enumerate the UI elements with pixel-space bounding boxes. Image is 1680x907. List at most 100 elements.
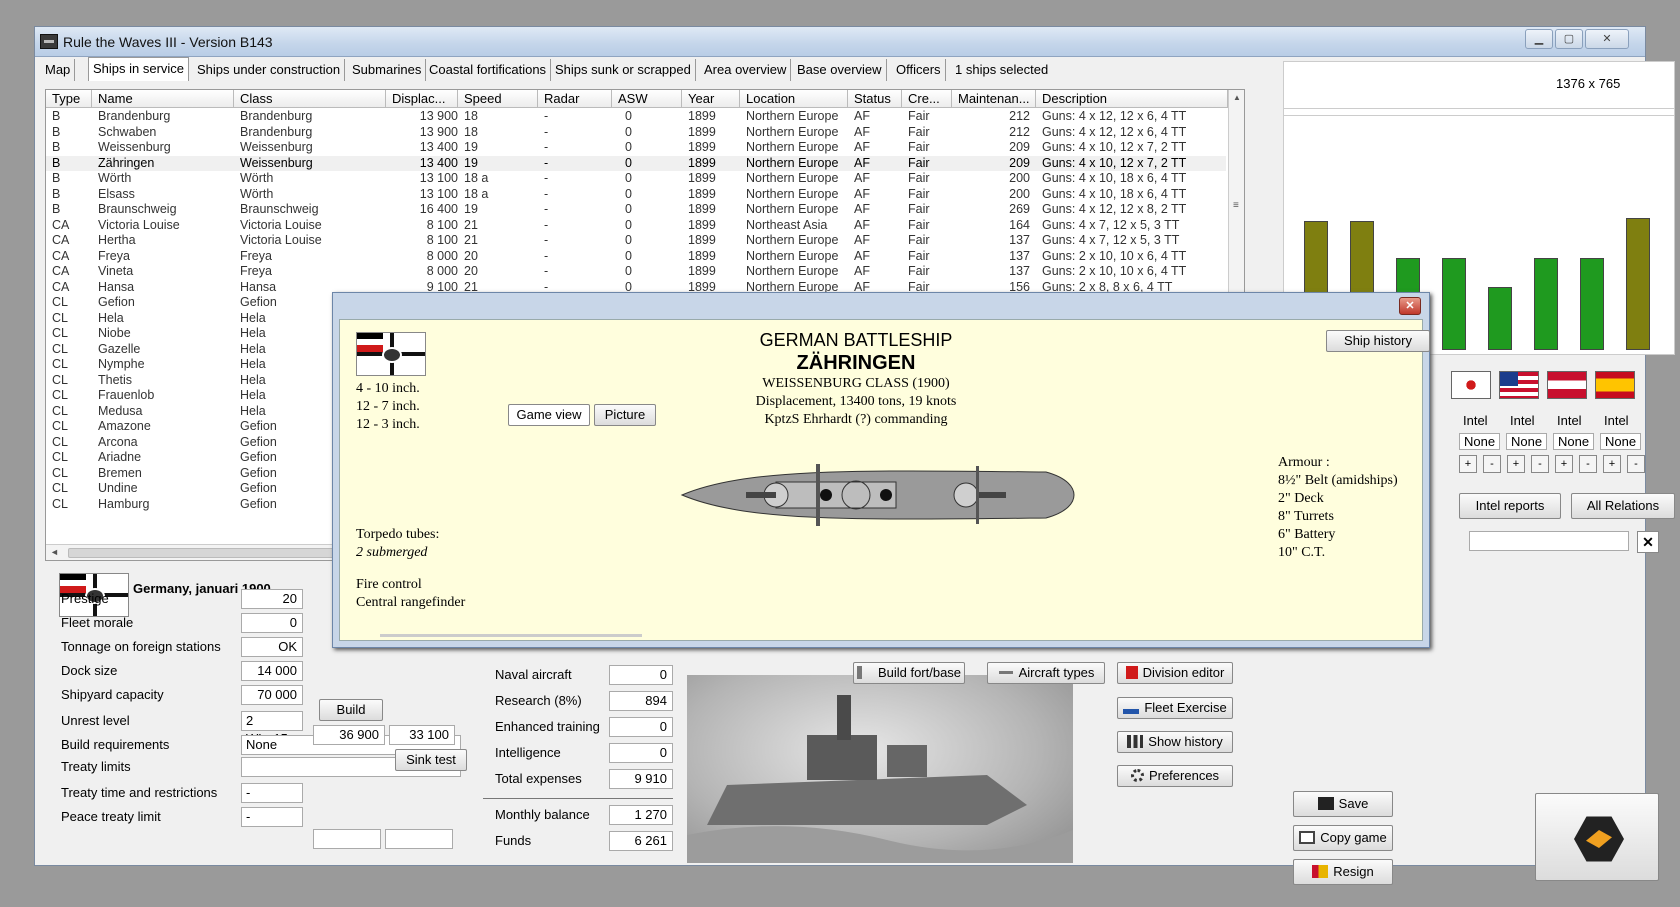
decrease-relation-button[interactable]: - <box>1531 455 1549 473</box>
research-label: Research (8%) <box>495 693 582 708</box>
tab-ships-in-service[interactable]: Ships in service <box>88 57 190 81</box>
table-cell: - <box>544 171 549 185</box>
increase-relation-button[interactable]: + <box>1459 455 1477 473</box>
plane-icon <box>997 666 1014 679</box>
table-cell: Niobe <box>98 326 131 340</box>
tab-officers[interactable]: Officers <box>892 59 946 81</box>
fleet-exercise-button[interactable]: Fleet Exercise <box>1117 697 1233 719</box>
col-class[interactable]: Class <box>234 90 386 108</box>
armour-line: 10" C.T. <box>1278 545 1326 560</box>
table-row[interactable]: B Wörth Wörth 13 100 18 a - 0 1899 Northern Euro… <box>46 171 1226 187</box>
table-row[interactable]: CA Vineta Freya 8 000 20 - 0 1899 Northern Europ… <box>46 264 1226 280</box>
table-row[interactable]: CA Hertha Victoria Louise 8 100 21 - 0 1899 Nort… <box>46 233 1226 249</box>
resign-button[interactable]: Resign <box>1293 859 1393 885</box>
fire-control-section: Fire control Central rangefinder <box>356 576 465 612</box>
gun-line: 12 - 3 inch. <box>356 417 420 432</box>
tab-map[interactable]: Map <box>41 59 76 81</box>
armour-title: Armour : <box>1278 455 1330 470</box>
col-type[interactable]: Type <box>46 90 92 108</box>
tab-ships-sunk-or-scrapped[interactable]: Ships sunk or scrapped <box>551 59 696 81</box>
table-cell: Hansa <box>240 279 277 294</box>
table-cell: Gefion <box>240 450 277 464</box>
sink-test-button[interactable]: Sink test <box>395 749 467 771</box>
show-history-button[interactable]: Show history <box>1117 731 1233 753</box>
close-icon[interactable]: ✕ <box>1585 29 1629 49</box>
intel-value[interactable]: None <box>1600 433 1642 450</box>
window-title: Rule the Waves III - Version B143 <box>63 34 273 50</box>
clear-filter-icon[interactable]: ✕ <box>1637 531 1659 553</box>
table-row[interactable]: B Brandenburg Brandenburg 13 900 18 - 0 1899 Nor… <box>46 109 1226 125</box>
dialog-close-icon[interactable]: ✕ <box>1399 297 1421 315</box>
intel-reports-button[interactable]: Intel reports <box>1459 493 1561 519</box>
all-relations-button[interactable]: All Relations <box>1571 493 1675 519</box>
tab-ships-under-construction[interactable]: Ships under construction <box>193 59 346 81</box>
table-cell: - <box>544 109 549 123</box>
intel-value[interactable]: None <box>1506 433 1548 450</box>
increase-relation-button[interactable]: + <box>1555 455 1573 473</box>
ship-info-dialog: ✕ 4 - 10 inch. 12 - 7 inch. 12 - 3 inch.… <box>332 292 1430 648</box>
build-fort-base-button[interactable]: Build fort/base <box>853 662 965 684</box>
table-cell: Northern Europe <box>746 264 839 278</box>
relation-bar <box>1626 218 1650 350</box>
col-year[interactable]: Year <box>682 90 740 108</box>
col-description[interactable]: Description <box>1036 90 1228 108</box>
copy-game-button[interactable]: Copy game <box>1293 825 1393 851</box>
fire-control-title: Fire control <box>356 577 422 592</box>
table-cell: Medusa <box>98 403 143 418</box>
scroll-thumb[interactable] <box>68 548 368 558</box>
decrease-relation-button[interactable]: - <box>1579 455 1597 473</box>
intel-value[interactable]: None <box>1459 433 1501 450</box>
end-turn-icon <box>1574 816 1624 862</box>
col-asw[interactable]: ASW <box>612 90 682 108</box>
tab-base-overview[interactable]: Base overview <box>793 59 887 81</box>
col-name[interactable]: Name <box>92 90 234 108</box>
tab-coastal-fortifications[interactable]: Coastal fortifications <box>425 59 552 81</box>
col-displacement[interactable]: Displac... <box>386 90 458 108</box>
game-view-tab[interactable]: Game view <box>508 404 590 426</box>
table-row[interactable]: B Braunschweig Braunschweig 16 400 19 - 0 1899 N… <box>46 202 1226 218</box>
table-cell: CL <box>52 450 68 464</box>
table-row[interactable]: B Elsass Wörth 13 100 18 a - 0 1899 Northern Eur… <box>46 187 1226 203</box>
maximize-icon[interactable]: ▢ <box>1555 29 1583 49</box>
table-row[interactable]: B Schwaben Brandenburg 13 900 18 - 0 1899 Northe… <box>46 125 1226 141</box>
increase-relation-button[interactable]: + <box>1603 455 1621 473</box>
tab-submarines[interactable]: Submarines <box>348 59 427 81</box>
table-row[interactable]: CA Freya Freya 8 000 20 - 0 1899 Northern Europe… <box>46 249 1226 265</box>
table-cell: CL <box>52 372 68 387</box>
decrease-relation-button[interactable]: - <box>1483 455 1501 473</box>
relations-filter-input[interactable] <box>1469 531 1629 551</box>
enhanced-training-value: 0 <box>609 717 673 737</box>
aircraft-types-button[interactable]: Aircraft types <box>987 662 1105 684</box>
next-turn-button[interactable] <box>1535 793 1659 881</box>
scroll-up-icon[interactable]: ▲ <box>1233 93 1241 102</box>
ship-commander-line: KptzS Ehrhardt (?) commanding <box>764 412 948 427</box>
save-button[interactable]: Save <box>1293 791 1393 817</box>
col-status[interactable]: Status <box>848 90 902 108</box>
col-speed[interactable]: Speed <box>458 90 538 108</box>
col-location[interactable]: Location <box>740 90 848 108</box>
table-row[interactable]: CA Victoria Louise Victoria Louise 8 100 21 -… <box>46 218 1226 234</box>
table-row[interactable]: B Weissenburg Weissenburg 13 400 19 - 0 1899 Nor… <box>46 140 1226 156</box>
table-cell: CL <box>52 496 68 511</box>
table-row[interactable]: B Zähringen Weissenburg 13 400 19 - 0 1899 North… <box>46 155 1226 171</box>
tab-area-overview[interactable]: Area overview <box>700 59 792 81</box>
col-radar[interactable]: Radar <box>538 90 612 108</box>
table-cell: 1899 <box>688 140 716 154</box>
preferences-button[interactable]: Preferences <box>1117 765 1233 787</box>
table-cell: AF <box>854 186 870 201</box>
scroll-left-icon[interactable]: ◄ <box>50 547 59 557</box>
increase-relation-button[interactable]: + <box>1507 455 1525 473</box>
table-cell: Fair <box>908 217 930 232</box>
table-cell: CL <box>52 465 68 480</box>
intel-value[interactable]: None <box>1553 433 1595 450</box>
ship-history-button[interactable]: Ship history <box>1326 330 1430 352</box>
col-maintenance[interactable]: Maintenan... <box>952 90 1036 108</box>
picture-tab[interactable]: Picture <box>594 404 656 426</box>
minimize-icon[interactable]: ▁ <box>1525 29 1553 49</box>
table-cell: Gefion <box>240 496 277 511</box>
decrease-relation-button[interactable]: - <box>1627 455 1645 473</box>
ship-name: ZÄHRINGEN <box>796 352 916 374</box>
build-dock-button[interactable]: Build <box>319 699 383 721</box>
col-crew[interactable]: Cre... <box>902 90 952 108</box>
division-editor-button[interactable]: Division editor <box>1117 662 1233 684</box>
